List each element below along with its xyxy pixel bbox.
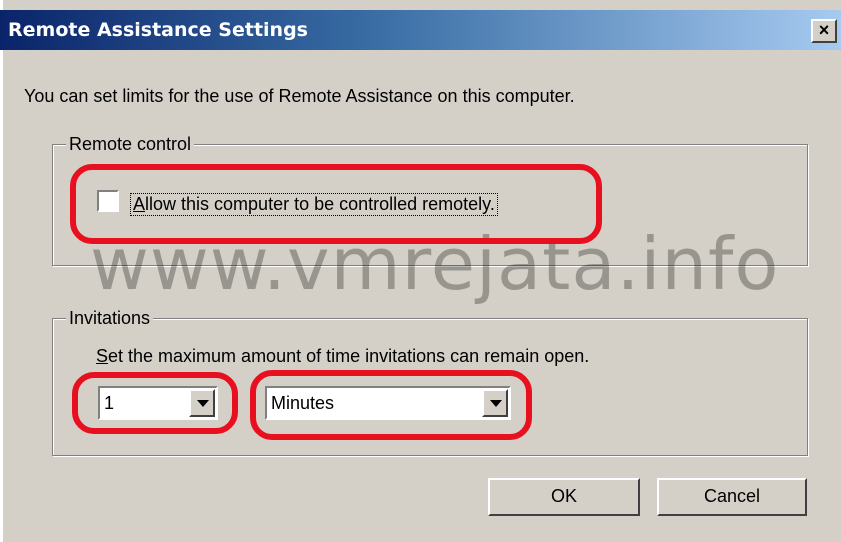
remote-control-group-label: Remote control (66, 134, 195, 154)
allow-remote-control-label[interactable]: Allow this computer to be controlled rem… (130, 193, 498, 216)
title-bar[interactable]: Remote Assistance Settings × (0, 10, 841, 50)
invitation-unit-select[interactable]: Minutes (265, 386, 511, 420)
window-border (0, 0, 3, 542)
watermark: www.vmrejata.info (90, 222, 780, 306)
invitations-group: Invitations (52, 308, 808, 456)
cancel-button[interactable]: Cancel (657, 478, 807, 516)
invitation-amount-dropdown-button[interactable] (189, 389, 215, 417)
invitations-group-label: Invitations (66, 308, 154, 328)
ok-button[interactable]: OK (488, 478, 640, 516)
invitation-amount-value: 1 (104, 393, 115, 413)
window-title: Remote Assistance Settings (8, 19, 308, 41)
close-button[interactable]: × (811, 19, 837, 43)
invitation-amount-select[interactable]: 1 (98, 386, 218, 420)
invitations-description: Set the maximum amount of time invitatio… (96, 346, 590, 366)
allow-remote-control-checkbox[interactable] (97, 190, 119, 212)
remote-assistance-settings-dialog: Remote Assistance Settings × You can set… (0, 0, 841, 542)
intro-text: You can set limits for the use of Remote… (24, 86, 575, 106)
close-icon: × (818, 20, 830, 40)
invitation-unit-value: Minutes (271, 393, 335, 413)
chevron-down-icon (197, 400, 209, 407)
chevron-down-icon (490, 400, 502, 407)
invitation-unit-dropdown-button[interactable] (482, 389, 508, 417)
